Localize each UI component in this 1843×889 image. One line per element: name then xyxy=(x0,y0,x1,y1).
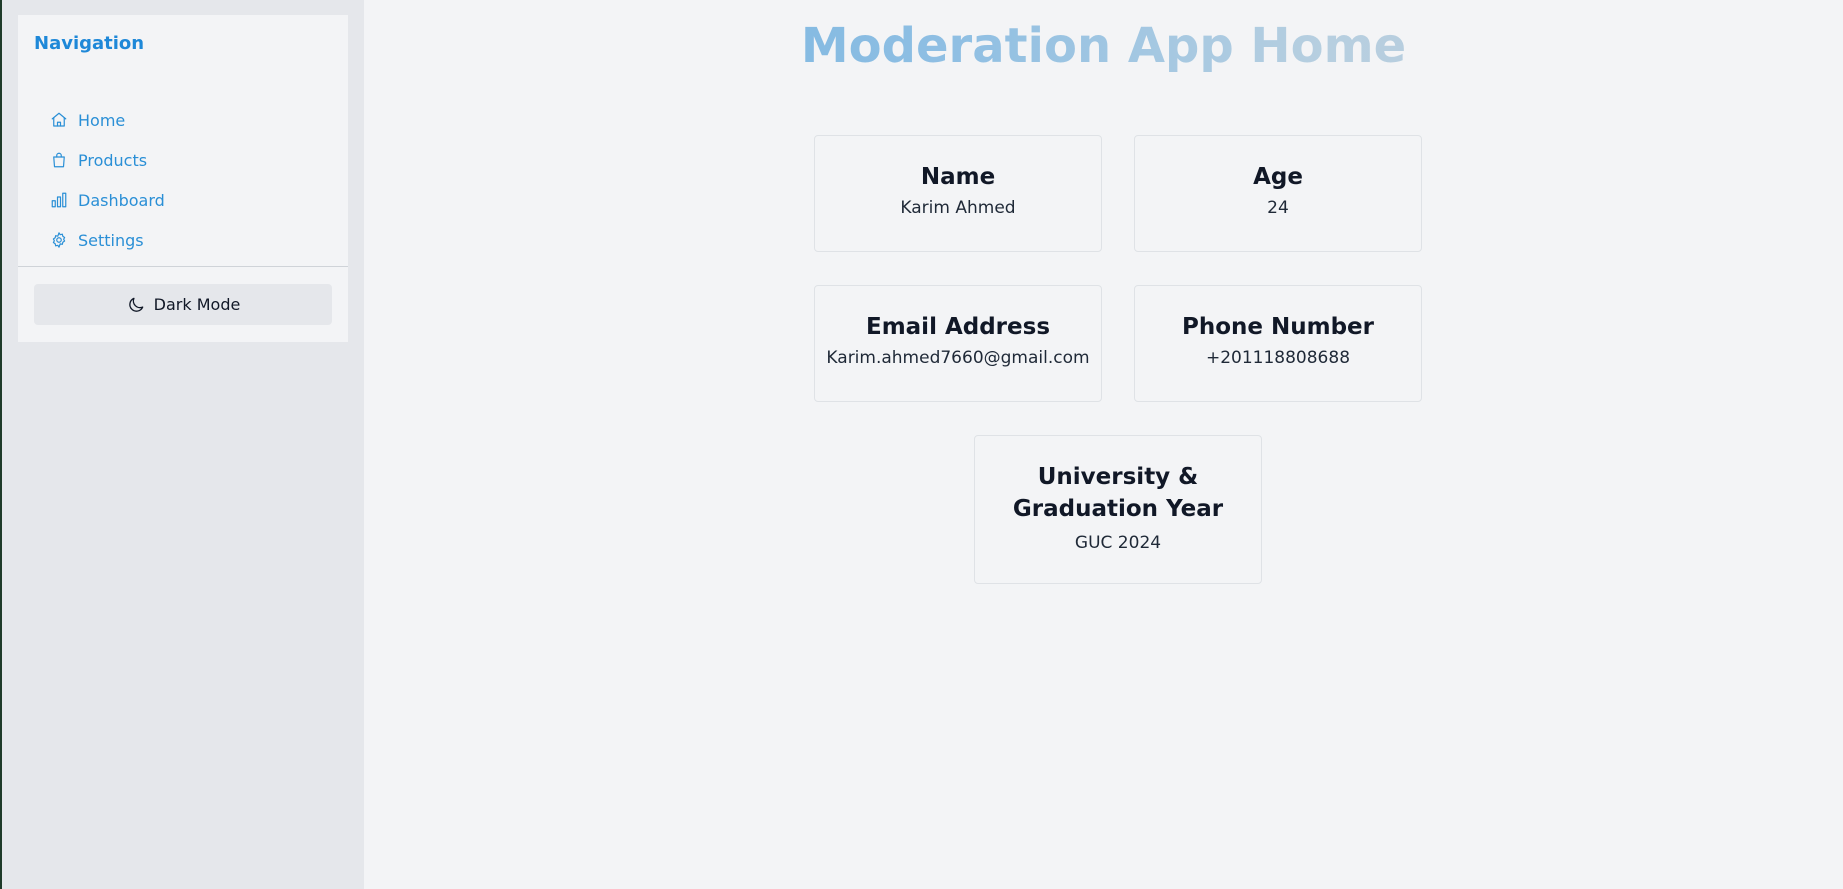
info-card-age: Age 24 xyxy=(1134,135,1422,252)
sidebar-title: Navigation xyxy=(34,33,145,54)
page-title: Moderation App Home xyxy=(364,18,1843,74)
sidebar-item-label: Dashboard xyxy=(78,190,165,210)
card-value: +201118808688 xyxy=(1205,348,1351,368)
card-value: Karim Ahmed xyxy=(900,198,1016,218)
card-label: Email Address xyxy=(865,314,1051,340)
card-label: Phone Number xyxy=(1181,314,1374,340)
app-root: Navigation Home Products Dashboard Setti… xyxy=(0,0,1843,889)
nav-list: Home Products Dashboard Settings xyxy=(50,100,165,260)
sidebar-divider xyxy=(18,266,348,267)
card-label: Name xyxy=(920,164,996,190)
shopping-bag-icon xyxy=(53,152,65,168)
home-icon xyxy=(51,112,67,127)
sidebar-item-home[interactable]: Home xyxy=(50,100,165,140)
info-card-name: Name Karim Ahmed xyxy=(814,135,1102,252)
card-label: Age xyxy=(1253,164,1303,190)
card-label: University & Graduation Year xyxy=(1012,464,1224,522)
gear-icon xyxy=(52,232,66,248)
sidebar: Navigation Home Products Dashboard Setti… xyxy=(18,15,348,342)
sidebar-item-dashboard[interactable]: Dashboard xyxy=(50,180,165,220)
moon-icon xyxy=(128,297,144,312)
card-value: 24 xyxy=(1267,198,1289,218)
sidebar-item-label: Products xyxy=(78,150,148,170)
sidebar-item-settings[interactable]: Settings xyxy=(50,220,165,260)
info-card-phone: Phone Number +201118808688 xyxy=(1134,285,1422,402)
sidebar-item-label: Settings xyxy=(78,230,144,250)
dark-mode-label: Dark Mode xyxy=(153,295,241,314)
card-value: Karim.ahmed7660@gmail.com xyxy=(826,348,1090,368)
card-value: GUC 2024 xyxy=(1074,533,1162,553)
sidebar-item-products[interactable]: Products xyxy=(50,140,165,180)
info-card-university: University & Graduation Year GUC 2024 xyxy=(974,435,1262,584)
sidebar-item-label: Home xyxy=(78,110,126,130)
info-card-email: Email Address Karim.ahmed7660@gmail.com xyxy=(814,285,1102,402)
dark-mode-button[interactable]: Dark Mode xyxy=(34,284,332,325)
bar-chart-icon xyxy=(51,192,67,208)
